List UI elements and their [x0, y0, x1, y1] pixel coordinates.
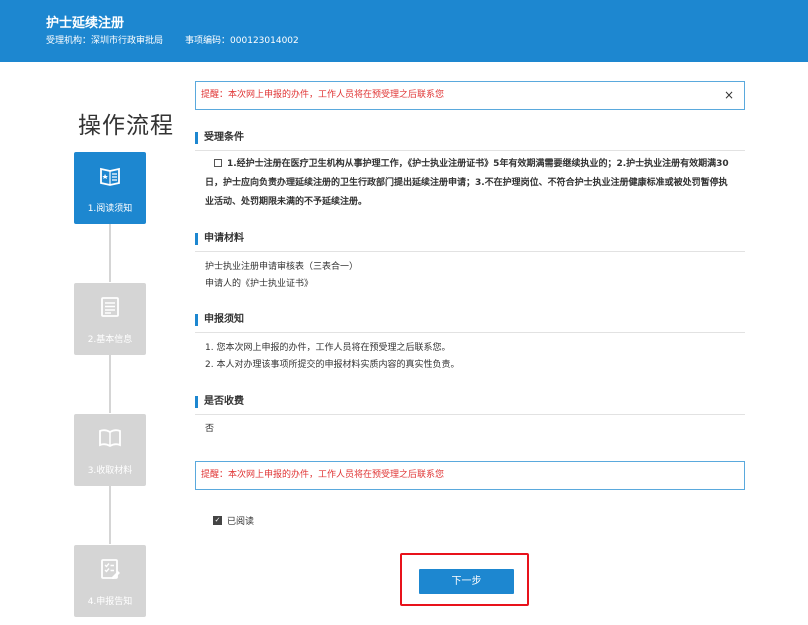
item-code-label: 事项编码：	[185, 36, 231, 46]
step-connector	[109, 224, 111, 282]
next-step-button[interactable]: 下一步	[419, 569, 514, 594]
materials-list: 护士执业注册申请审核表（三表合一） 申请人的《护士执业证书》	[205, 259, 358, 293]
step-declaration-notice[interactable]: 4.申报告知	[74, 545, 146, 617]
section-title-conditions: 受理条件	[195, 131, 745, 151]
agency-value: 深圳市行政审批局	[91, 36, 164, 46]
fee-value: 否	[205, 424, 215, 434]
read-notice-icon	[100, 167, 120, 186]
section-title-declaration: 申报须知	[195, 313, 745, 333]
step-label: 2.基本信息	[87, 335, 133, 345]
open-book-icon	[99, 429, 121, 448]
item-code-value: 000123014002	[230, 36, 299, 46]
reminder-banner-top: 提醒：本次网上申报的办件，工作人员将在预受理之后联系您 ×	[195, 81, 745, 110]
step-label: 3.收取材料	[87, 466, 133, 476]
conditions-checkbox[interactable]	[214, 158, 222, 167]
document-list-icon	[101, 297, 119, 317]
header-meta: 受理机构：深圳市行政审批局 事项编码：000123014002	[46, 33, 299, 46]
section-title-materials: 申请材料	[195, 232, 745, 252]
step-read-notice[interactable]: 1.阅读须知	[74, 152, 146, 224]
reminder-text: 提醒：本次网上申报的办件，工作人员将在预受理之后联系您	[201, 470, 445, 480]
read-label: 已阅读	[227, 517, 255, 527]
reminder-banner-bottom: 提醒：本次网上申报的办件，工作人员将在预受理之后联系您	[195, 461, 745, 490]
list-item: 申请人的《护士执业证书》	[205, 279, 314, 289]
list-item: 护士执业注册申请审核表（三表合一）	[205, 262, 359, 272]
page-title: 护士延续注册	[46, 16, 125, 31]
agency-label: 受理机构：	[46, 36, 92, 46]
step-label: 1.阅读须知	[87, 204, 133, 214]
list-item: 2. 本人对办理该事项所提交的申报材料实质内容的真实性负责。	[205, 360, 460, 370]
read-confirm[interactable]: ✓ 已阅读	[213, 514, 254, 527]
step-basic-info[interactable]: 2.基本信息	[74, 283, 146, 355]
step-label: 4.申报告知	[87, 597, 133, 607]
conditions-text: 1.经护士注册在医疗卫生机构从事护理工作，《护士执业注册证书》5年有效期满需要继…	[205, 155, 735, 212]
conditions-body: 1.经护士注册在医疗卫生机构从事护理工作，《护士执业注册证书》5年有效期满需要继…	[205, 159, 729, 207]
section-title-fee: 是否收费	[195, 395, 745, 415]
close-icon[interactable]: ×	[724, 82, 734, 109]
declaration-list: 1. 您本次网上申报的办件，工作人员将在预受理之后联系您。 2. 本人对办理该事…	[205, 340, 459, 374]
page-header: 护士延续注册 受理机构：深圳市行政审批局 事项编码：000123014002	[0, 0, 808, 62]
flow-title: 操作流程	[78, 113, 174, 139]
step-connector	[109, 486, 111, 544]
read-checkbox[interactable]: ✓	[213, 516, 222, 525]
checklist-edit-icon	[101, 559, 120, 579]
step-collect-materials[interactable]: 3.收取材料	[74, 414, 146, 486]
step-connector	[109, 355, 111, 413]
reminder-text: 提醒：本次网上申报的办件，工作人员将在预受理之后联系您	[201, 90, 445, 100]
list-item: 1. 您本次网上申报的办件，工作人员将在预受理之后联系您。	[205, 343, 451, 353]
